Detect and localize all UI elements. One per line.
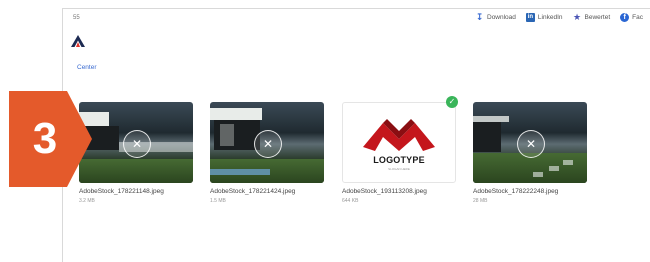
logo-mark-icon	[363, 119, 435, 151]
breadcrumb[interactable]: Center	[77, 64, 97, 71]
page: 3 55 ↧ Download in LinkedIn ★ Bewertet f	[0, 0, 650, 262]
file-name: AdobeStock_178222248.jpeg	[473, 188, 559, 195]
file-thumbnail[interactable]: ✕	[210, 102, 324, 183]
facebook-link[interactable]: f Fac	[620, 13, 643, 22]
download-link[interactable]: ↧ Download	[475, 13, 516, 22]
top-bar-count: 55	[73, 15, 80, 21]
linkedin-icon: in	[525, 13, 535, 22]
step-badge: 3	[9, 91, 92, 187]
stepping-stone	[549, 166, 559, 171]
house-wall	[220, 124, 234, 146]
file-thumbnail[interactable]: ✕	[473, 102, 587, 183]
file-name: AdobeStock_178221148.jpeg	[79, 188, 164, 195]
file-size: 3.2 MB	[79, 198, 95, 204]
download-link-label: Download	[487, 14, 516, 21]
star-icon: ★	[572, 12, 582, 22]
file-size: 28 MB	[473, 198, 488, 204]
pool	[210, 169, 270, 175]
lawn	[79, 159, 193, 183]
file-thumbnail[interactable]: LOGOTYPE SLOGAN HERE	[342, 102, 456, 183]
check-icon: ✓	[446, 96, 458, 108]
linkedin-link[interactable]: in LinkedIn	[525, 13, 563, 22]
stepping-stone	[563, 160, 573, 165]
file-size: 1.5 MB	[210, 198, 226, 204]
house-window	[473, 122, 501, 152]
app-window: 55 ↧ Download in LinkedIn ★ Bewertet f F…	[62, 8, 650, 262]
step-number: 3	[32, 114, 58, 163]
file-card[interactable]: ✕ AdobeStock_178221148.jpeg 3.2 MB	[79, 102, 193, 204]
stepping-stone	[533, 172, 543, 177]
lawn	[473, 153, 587, 183]
linkedin-link-label: LinkedIn	[537, 14, 563, 21]
logotype-tagline: SLOGAN HERE	[388, 167, 410, 171]
file-thumbnail[interactable]: ✕	[79, 102, 193, 183]
file-card-selected[interactable]: ✓ LOGOTYPE SLOGAN HERE AdobeStock_193113…	[342, 96, 458, 204]
rating-link[interactable]: ★ Bewertet	[572, 12, 611, 22]
remove-file-button[interactable]: ✕	[254, 129, 282, 158]
file-name: AdobeStock_193113208.jpeg	[342, 188, 427, 195]
remove-file-button[interactable]: ✕	[517, 129, 545, 158]
brand-logo-icon[interactable]	[71, 35, 85, 47]
top-bar: 55 ↧ Download in LinkedIn ★ Bewertet f F…	[63, 9, 650, 27]
facebook-link-label: Fac	[632, 14, 643, 21]
house-roof	[210, 108, 262, 120]
remove-file-button[interactable]: ✕	[123, 129, 151, 158]
top-links: ↧ Download in LinkedIn ★ Bewertet f Fac	[475, 13, 643, 22]
logotype-text: LOGOTYPE	[373, 155, 425, 165]
rating-link-label: Bewertet	[584, 14, 611, 21]
file-card[interactable]: ✕ AdobeStock_178221424.jpeg 1.5 MB	[210, 102, 324, 204]
house-roof	[473, 116, 509, 122]
file-size: 644 KB	[342, 198, 359, 204]
file-card[interactable]: ✕ AdobeStock_178222248.jpeg 28 MB	[473, 102, 587, 204]
facebook-icon: f	[620, 13, 630, 22]
file-name: AdobeStock_178221424.jpeg	[210, 188, 296, 195]
download-icon: ↧	[475, 12, 484, 22]
